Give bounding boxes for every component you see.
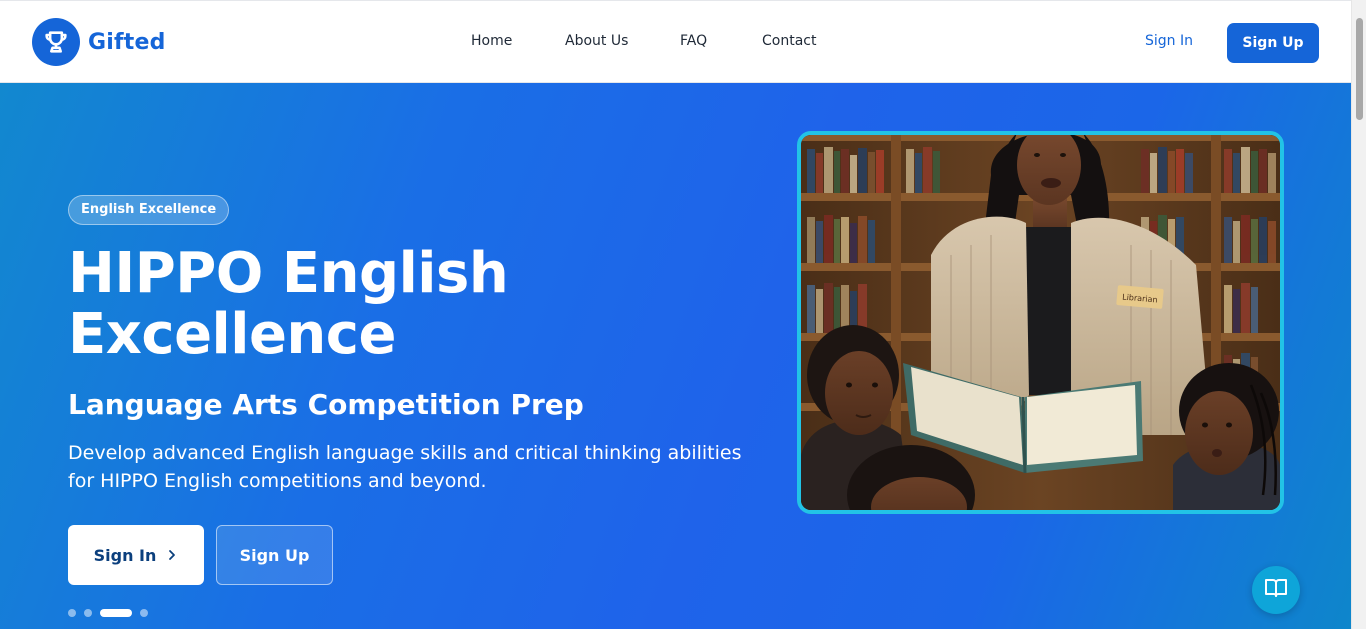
hero-subtitle: Language Arts Competition Prep — [68, 388, 584, 421]
nav-sign-up-button[interactable]: Sign Up — [1227, 23, 1319, 63]
hero-image: Librarian — [797, 131, 1284, 514]
hero-badge: English Excellence — [68, 195, 230, 225]
name-tag: Librarian — [1116, 285, 1164, 309]
page-scrollbar[interactable] — [1351, 0, 1366, 629]
brand-logo[interactable]: Gifted — [32, 18, 166, 66]
carousel-dot-active[interactable] — [100, 609, 132, 617]
hero-description: Develop advanced English language skills… — [68, 442, 742, 492]
hero-title: HIPPO English Excellence — [68, 243, 628, 365]
carousel-dot[interactable] — [68, 609, 76, 617]
hero-sign-in-label: Sign In — [93, 545, 157, 565]
brand-name: Gifted — [88, 29, 166, 55]
carousel-indicators — [68, 609, 148, 617]
hero-title-line1: HIPPO English — [68, 241, 509, 306]
nav-sign-in-link[interactable]: Sign In — [1145, 33, 1193, 49]
top-navbar: Gifted Home About Us FAQ Contact Sign In… — [0, 0, 1351, 83]
child-right — [1173, 363, 1280, 510]
floating-book-button[interactable] — [1252, 566, 1300, 614]
book-open-icon — [1264, 576, 1288, 604]
hero-sign-in-button[interactable]: Sign In — [68, 525, 204, 585]
scrollbar-thumb[interactable] — [1356, 18, 1363, 120]
carousel-dot[interactable] — [84, 609, 92, 617]
nav-about-us[interactable]: About Us — [565, 33, 628, 49]
hero-sign-up-button[interactable]: Sign Up — [216, 525, 333, 585]
trophy-icon — [32, 18, 80, 66]
chevron-right-icon — [166, 546, 178, 565]
hero-title-line2: Excellence — [68, 302, 396, 367]
carousel-dot[interactable] — [140, 609, 148, 617]
nav-contact[interactable]: Contact — [762, 33, 816, 49]
nav-home[interactable]: Home — [471, 33, 512, 49]
nav-faq[interactable]: FAQ — [680, 33, 707, 49]
